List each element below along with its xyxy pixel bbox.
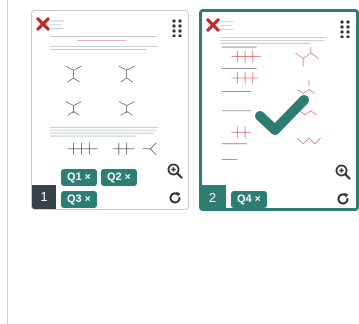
tag-label: Q4 [237, 193, 252, 205]
tag-remove-icon[interactable]: × [85, 194, 91, 205]
rotate-icon[interactable] [336, 192, 350, 206]
question-tag-q2[interactable]: Q2 × [101, 169, 137, 186]
page-number-badge: 1 [32, 185, 56, 209]
tag-label: Q3 [67, 193, 82, 205]
question-tag-q4[interactable]: Q4 × [231, 191, 267, 208]
tag-remove-icon[interactable]: × [85, 172, 91, 183]
question-tag-q3[interactable]: Q3 × [61, 191, 97, 208]
page-number-badge: 2 [202, 185, 226, 208]
zoom-in-icon[interactable] [167, 163, 183, 179]
tag-remove-icon[interactable]: × [125, 172, 131, 183]
page-thumbnail-preview [49, 20, 159, 155]
zoom-in-icon[interactable] [335, 164, 351, 180]
checkmark-icon [255, 95, 309, 135]
rotate-icon[interactable] [168, 191, 182, 205]
panel-border [7, 0, 8, 324]
page-card-1[interactable]: Q1 × Q2 × Q3 × 1 [31, 10, 189, 210]
tag-label: Q1 [67, 171, 82, 183]
tag-remove-icon[interactable]: × [255, 194, 261, 205]
question-tag-q1[interactable]: Q1 × [61, 169, 97, 186]
drag-handle-icon[interactable] [340, 20, 350, 38]
page-card-2[interactable]: Q4 × 2 [199, 9, 359, 211]
tag-label: Q2 [107, 171, 122, 183]
drag-handle-icon[interactable] [172, 19, 182, 37]
